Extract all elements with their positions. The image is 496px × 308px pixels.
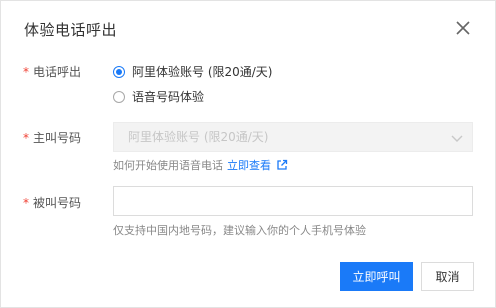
- radio-option-label: 阿里体验账号 (限20通/天): [132, 65, 273, 79]
- caller-number-value: 阿里体验账号 (限20通/天): [128, 130, 269, 144]
- radio-option-ali-account[interactable]: 阿里体验账号 (限20通/天): [113, 63, 273, 80]
- callee-number-input[interactable]: [113, 186, 473, 216]
- cancel-button[interactable]: 取消: [421, 262, 474, 291]
- callee-number-label-group: * 被叫号码: [23, 194, 81, 211]
- close-icon: [456, 21, 470, 35]
- radio-unchecked[interactable]: [113, 90, 125, 103]
- external-link-icon[interactable]: [276, 159, 288, 171]
- caller-number-label-group: * 主叫号码: [23, 129, 81, 146]
- view-now-link[interactable]: 立即查看: [227, 159, 271, 172]
- close-button[interactable]: [453, 18, 473, 38]
- dialog: 体验电话呼出 * 电话呼出 阿里体验账号 (限20通/天) 语音号码体验 * 主叫号…: [0, 0, 496, 308]
- required-mark: *: [23, 131, 29, 145]
- callee-number-hint: 仅支持中国内地号码，建议输入你的个人手机号体验: [113, 224, 366, 237]
- call-out-label-group: * 电话呼出: [23, 63, 81, 80]
- required-mark: *: [23, 65, 29, 79]
- radio-checked[interactable]: [113, 65, 125, 78]
- call-out-label: 电话呼出: [33, 65, 82, 79]
- caller-hint-text: 如何开始使用语音电话: [113, 159, 223, 172]
- radio-option-label: 语音号码体验: [132, 90, 205, 104]
- chevron-down-icon: [451, 135, 463, 142]
- callee-number-label: 被叫号码: [33, 196, 82, 210]
- radio-option-voice-number[interactable]: 语音号码体验: [113, 88, 204, 105]
- required-mark: *: [23, 196, 29, 210]
- caller-number-select[interactable]: 阿里体验账号 (限20通/天): [113, 122, 473, 152]
- call-now-button[interactable]: 立即呼叫: [340, 262, 413, 291]
- caller-number-hint: 如何开始使用语音电话 立即查看: [113, 157, 288, 173]
- caller-number-label: 主叫号码: [33, 131, 82, 145]
- dialog-title: 体验电话呼出: [24, 21, 118, 39]
